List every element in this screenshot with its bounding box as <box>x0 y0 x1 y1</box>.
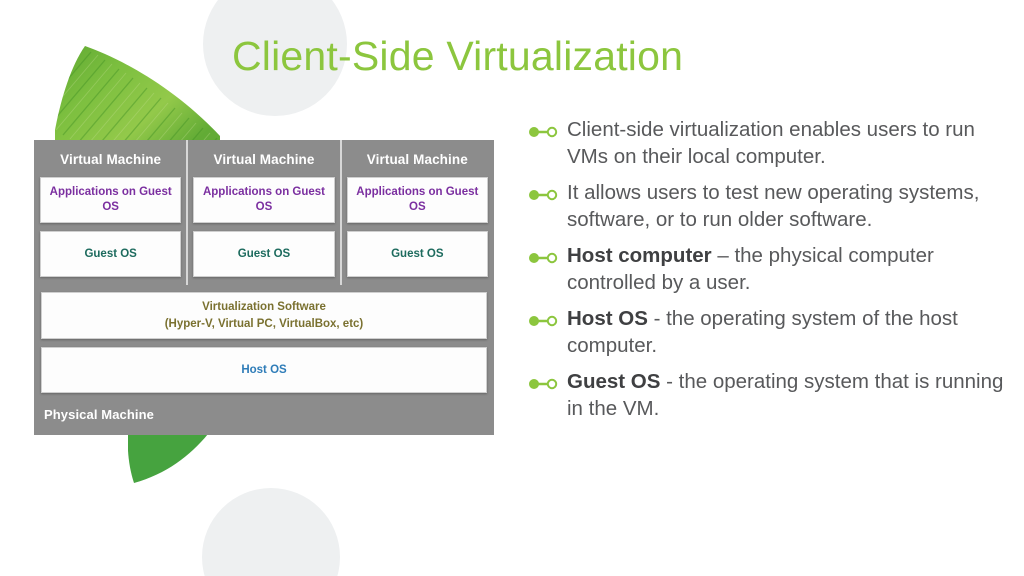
vm-header-label-2: Virtual Machine <box>213 152 315 167</box>
list-item: Guest OS - the operating system that is … <box>528 368 1014 422</box>
virtualization-software-box: Virtualization Software (Hyper-V, Virtua… <box>41 292 487 339</box>
bullet-text-1: Client-side virtualization enables users… <box>567 116 1014 170</box>
guest-os-box-1: Guest OS <box>40 231 182 277</box>
guest-os-box-3: Guest OS <box>346 231 488 277</box>
applications-on-guest-os-box-1: Applications on Guest OS <box>40 177 182 223</box>
list-item: Client-side virtualization enables users… <box>528 116 1014 170</box>
page-title: Client-Side Virtualization <box>232 33 684 79</box>
virtual-machine-column-1: Virtual Machine Applications on Guest OS… <box>34 140 187 285</box>
host-os-box: Host OS <box>41 347 487 393</box>
virtualization-software-row: Virtualization Software (Hyper-V, Virtua… <box>34 292 494 339</box>
bullet-list: Client-side virtualization enables users… <box>528 116 1014 431</box>
guest-os-box-2: Guest OS <box>193 231 335 277</box>
bullet-marker-icon <box>529 316 558 327</box>
applications-on-guest-os-box-3: Applications on Guest OS <box>346 177 488 223</box>
list-item: It allows users to test new operating sy… <box>528 179 1014 233</box>
list-item: Host OS - the operating system of the ho… <box>528 305 1014 359</box>
vm-header-label-3: Virtual Machine <box>366 152 468 167</box>
light-gray-circle-bottom <box>202 488 340 576</box>
bullet-marker-icon <box>529 252 558 264</box>
virtual-machine-column-2: Virtual Machine Applications on Guest OS… <box>186 140 340 285</box>
bullet-text-3: Host computer – the physical computer co… <box>567 242 1014 296</box>
virtualization-software-line2: (Hyper-V, Virtual PC, VirtualBox, etc) <box>164 317 364 330</box>
host-os-row: Host OS <box>34 347 494 393</box>
bullet-body-2: It allows users to test new operating sy… <box>567 181 980 232</box>
virtualization-software-line1: Virtualization Software <box>202 300 326 313</box>
bullet-marker-icon <box>529 379 558 390</box>
physical-machine-label: Physical Machine <box>44 407 154 422</box>
bullet-marker-icon <box>529 126 558 138</box>
applications-on-guest-os-box-2: Applications on Guest OS <box>193 177 335 223</box>
bullet-body-1: Client-side virtualization enables users… <box>567 118 975 169</box>
green-leaf-tip-graphic <box>128 434 208 483</box>
bullet-text-4: Host OS - the operating system of the ho… <box>567 305 1014 359</box>
green-leaf-graphic <box>55 46 220 150</box>
virtual-machine-column-3: Virtual Machine Applications on Guest OS… <box>339 140 494 285</box>
bullet-lead-4: Host OS <box>567 307 648 331</box>
bullet-lead-3: Host computer <box>567 244 712 268</box>
bullet-marker-icon <box>529 189 558 201</box>
list-item: Host computer – the physical computer co… <box>528 242 1014 296</box>
bullet-text-5: Guest OS - the operating system that is … <box>567 368 1014 422</box>
vm-header-label-1: Virtual Machine <box>60 152 162 167</box>
virtualization-stack-diagram: Virtual Machine Applications on Guest OS… <box>34 140 494 435</box>
virtual-machines-row: Virtual Machine Applications on Guest OS… <box>34 140 494 285</box>
bullet-text-2: It allows users to test new operating sy… <box>567 179 1014 233</box>
bullet-lead-5: Guest OS <box>567 370 661 394</box>
